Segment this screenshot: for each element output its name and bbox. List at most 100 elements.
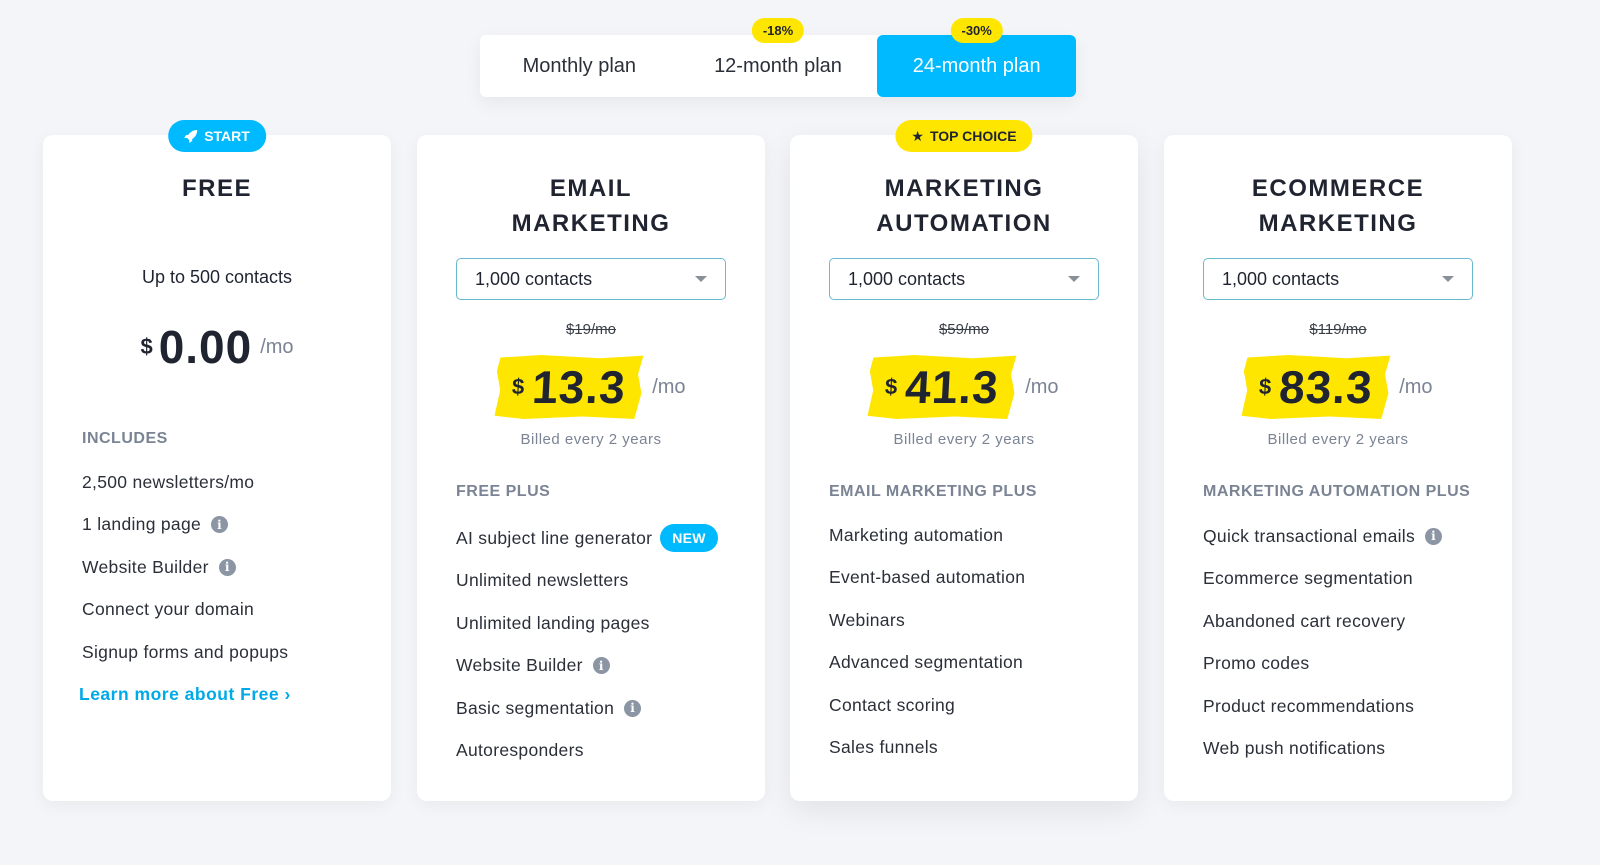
discount-badge: -18% xyxy=(751,18,805,43)
feature-label: Web push notifications xyxy=(1203,738,1386,759)
feature-label: Contact scoring xyxy=(829,694,956,715)
plan-card-free: START FREE Up to 500 contacts $ 0.00 /mo… xyxy=(43,120,391,801)
title-line: AUTOMATION xyxy=(876,210,1052,237)
discount-badge: -30% xyxy=(950,18,1003,43)
feature-label: 2,500 newsletters/mo xyxy=(82,471,255,492)
feature-item: Connect your domain xyxy=(82,589,371,632)
price: $83.3/mo xyxy=(1164,355,1512,419)
feature-label: Website Builder xyxy=(456,655,583,676)
contacts-dropdown[interactable]: 1,000 contacts xyxy=(456,258,726,300)
plan-title: ECOMMERCE MARKETING xyxy=(1164,171,1512,241)
dropdown-value: 1,000 contacts xyxy=(848,268,966,289)
plan-title: FREE xyxy=(181,175,252,202)
feature-label: Event-based automation xyxy=(829,567,1026,588)
feature-label: Ecommerce segmentation xyxy=(1203,568,1413,589)
currency: $ xyxy=(511,374,526,399)
feature-item: Event-based automation xyxy=(829,557,1118,600)
billing-note: Billed every 2 years xyxy=(520,431,662,448)
plan-card-email-marketing: EMAIL MARKETING 1,000 contacts $19/mo $13… xyxy=(417,135,765,801)
feature-item: Unlimited newsletters xyxy=(456,560,745,603)
feature-label: 1 landing page xyxy=(82,514,202,535)
price-amount: 0.00 xyxy=(158,321,253,373)
top-choice-badge: ★ TOP CHOICE xyxy=(895,120,1033,152)
currency: $ xyxy=(140,334,153,359)
feature-item: Abandoned cart recovery xyxy=(1203,600,1492,643)
price-period: /mo xyxy=(652,375,686,398)
info-icon[interactable]: i xyxy=(624,699,642,717)
billing-note: Billed every 2 years xyxy=(893,431,1035,448)
chevron-down-icon xyxy=(695,276,707,282)
plan-card-ecommerce-marketing: ECOMMERCE MARKETING 1,000 contacts $119/m… xyxy=(1164,135,1512,801)
start-badge: START xyxy=(168,120,266,152)
feature-label: Webinars xyxy=(829,609,905,630)
learn-more-link[interactable]: Learn more about Free › xyxy=(79,684,291,705)
feature-label: Basic segmentation xyxy=(456,697,615,718)
feature-label: Autoresponders xyxy=(456,740,584,761)
feature-label: AI subject line generator xyxy=(456,527,653,548)
old-price: $119/mo xyxy=(1309,321,1367,338)
badge-label: START xyxy=(204,128,250,144)
feature-list: Quick transactional emails i Ecommerce se… xyxy=(1203,515,1492,770)
feature-label: Product recommendations xyxy=(1203,695,1415,716)
star-icon: ★ xyxy=(911,127,924,144)
feature-list: Marketing automation Event-based automat… xyxy=(829,514,1118,769)
currency: $ xyxy=(884,374,899,399)
feature-item: Signup forms and popups xyxy=(82,631,371,674)
feature-item: Webinars xyxy=(829,599,1118,642)
tab-12-month-plan[interactable]: -18% 12-month plan xyxy=(679,18,878,97)
tab-label: 12-month plan xyxy=(714,54,842,77)
feature-item: Promo codes xyxy=(1203,643,1492,686)
tab-label: 24-month plan xyxy=(912,54,1041,77)
price-amount: 41.3 xyxy=(904,361,1001,413)
info-icon[interactable]: i xyxy=(218,558,236,576)
feature-label: Connect your domain xyxy=(82,599,255,620)
info-icon[interactable]: i xyxy=(211,516,229,534)
price: $ 0.00 /mo xyxy=(43,320,391,374)
feature-item: Unlimited landing pages xyxy=(456,602,745,645)
billing-note: Billed every 2 years xyxy=(1267,431,1409,448)
feature-item: 1 landing page i xyxy=(82,504,371,547)
dropdown-value: 1,000 contacts xyxy=(1222,268,1340,289)
price-period: /mo xyxy=(260,335,294,358)
feature-item: Product recommendations xyxy=(1203,685,1492,728)
tab-label: Monthly plan xyxy=(522,54,637,77)
chevron-down-icon xyxy=(1068,276,1080,282)
feature-item: Website Builder i xyxy=(456,645,745,688)
feature-item: Website Builder i xyxy=(82,546,371,589)
feature-label: Sales funnels xyxy=(829,737,938,758)
feature-label: Unlimited newsletters xyxy=(456,570,629,591)
feature-item: Marketing automation xyxy=(829,514,1118,557)
contacts-dropdown[interactable]: 1,000 contacts xyxy=(1203,258,1473,300)
price-highlight: $13.3 xyxy=(495,355,644,419)
feature-item: Ecommerce segmentation xyxy=(1203,558,1492,601)
plan-card-marketing-automation: ★ TOP CHOICE MARKETING AUTOMATION 1,000 co… xyxy=(790,120,1138,801)
section-label: MARKETING AUTOMATION PLUS xyxy=(1203,483,1471,500)
old-price: $59/mo xyxy=(938,321,990,338)
old-price: $19/mo xyxy=(565,321,617,338)
badge-label: TOP CHOICE xyxy=(929,128,1017,144)
plan-title: EMAIL MARKETING xyxy=(417,171,765,241)
price-highlight: $83.3 xyxy=(1242,355,1391,419)
feature-label: Website Builder xyxy=(82,556,209,577)
tab-monthly-plan[interactable]: Monthly plan xyxy=(480,35,679,97)
title-line: MARKETING xyxy=(1258,210,1418,237)
tab-24-month-plan[interactable]: -30% 24-month plan xyxy=(877,18,1077,97)
price-period: /mo xyxy=(1025,375,1059,398)
feature-item: Sales funnels xyxy=(829,727,1118,770)
price: $41.3/mo xyxy=(790,355,1138,419)
feature-label: Unlimited landing pages xyxy=(456,612,650,633)
feature-item: Basic segmentation i xyxy=(456,687,745,730)
plan-title: MARKETING AUTOMATION xyxy=(790,171,1138,241)
feature-label: Quick transactional emails xyxy=(1203,525,1416,546)
learn-more-item: Learn more about Free › xyxy=(79,674,371,717)
feature-item: Quick transactional emails i xyxy=(1203,515,1492,558)
contacts-dropdown[interactable]: 1,000 contacts xyxy=(829,258,1099,300)
info-icon[interactable]: i xyxy=(592,657,610,675)
price-period: /mo xyxy=(1399,375,1433,398)
feature-label: Abandoned cart recovery xyxy=(1203,610,1406,631)
feature-item: Autoresponders xyxy=(456,730,745,773)
price-amount: 83.3 xyxy=(1278,361,1375,413)
section-label: INCLUDES xyxy=(82,430,168,447)
info-icon[interactable]: i xyxy=(1425,527,1443,545)
new-badge: NEW xyxy=(660,524,718,553)
